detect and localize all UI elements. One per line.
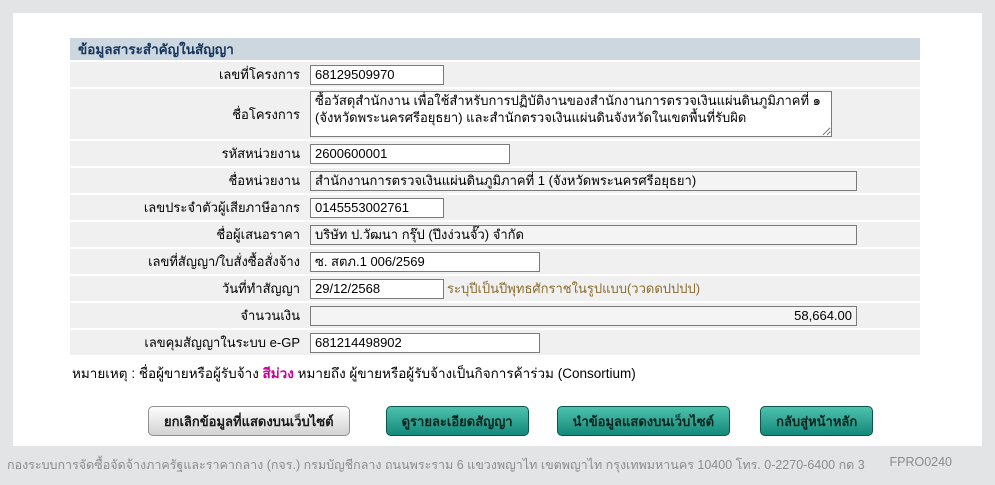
form-row-taxpayer-id: เลขประจำตัวผู้เสียภาษีอากร [70,195,920,220]
form-row-project-number: เลขที่โครงการ [70,62,920,87]
project-name-textarea[interactable]: ซื้อวัสดุสำนักงาน เพื่อใช้สำหรับการปฏิบั… [310,91,832,137]
footer-address: กองระบบการจัดซื้อจัดจ้างภาครัฐและราคากลา… [7,455,865,475]
contract-date-input[interactable] [310,279,444,299]
footer: กองระบบการจัดซื้อจัดจ้างภาครัฐและราคากลา… [0,446,995,485]
form-row-agency-code: รหัสหน่วยงาน [70,141,920,166]
egp-control-number-label: เลขคุมสัญญาในระบบ e-GP [70,332,310,353]
form-row-project-name: ชื่อโครงการ ซื้อวัสดุสำนักงาน เพื่อใช้สำ… [70,89,920,139]
taxpayer-id-label: เลขประจำตัวผู้เสียภาษีอากร [70,197,310,218]
bidder-name-input[interactable] [310,225,857,245]
section-title: ข้อมูลสาระสำคัญในสัญญา [70,38,920,60]
publish-to-website-button[interactable]: นำข้อมูลแสดงบนเว็บไซต์ [557,406,730,436]
content-panel: ข้อมูลสาระสำคัญในสัญญา เลขที่โครงการ ชื่… [13,13,982,446]
agency-name-input[interactable] [310,171,857,191]
contract-date-label: วันที่ทำสัญญา [70,278,310,299]
project-number-label: เลขที่โครงการ [70,64,310,85]
consortium-note: หมายเหตุ : ชื่อผู้ขายหรือผู้รับจ้าง สีม่… [70,362,920,384]
contract-summary-form: ข้อมูลสาระสำคัญในสัญญา เลขที่โครงการ ชื่… [70,38,920,436]
footer-form-code: FPRO0240 [889,455,952,469]
agency-code-label: รหัสหน่วยงาน [70,143,310,164]
project-name-label: ชื่อโครงการ [70,104,310,125]
buddhist-year-format-hint: ระบุปีเป็นปีพุทธศักราชในรูปแบบ(ววดดปปปป) [447,278,700,299]
consortium-note-suffix: หมายถึง ผู้ขายหรือผู้รับจ้างเป็นกิจการค้… [294,366,636,381]
project-number-input[interactable] [310,65,444,85]
form-row-contract-number: เลขที่สัญญา/ใบสั่งซื้อสั่งจ้าง [70,249,920,274]
consortium-note-prefix: หมายเหตุ : ชื่อผู้ขายหรือผู้รับจ้าง [72,366,263,381]
agency-code-input[interactable] [310,144,510,164]
amount-input[interactable] [310,306,857,326]
form-row-egp-control-number: เลขคุมสัญญาในระบบ e-GP [70,330,920,355]
egp-control-number-input[interactable] [310,333,540,353]
bidder-name-label: ชื่อผู้เสนอราคา [70,224,310,245]
back-to-home-button[interactable]: กลับสู่หน้าหลัก [760,406,873,436]
taxpayer-id-input[interactable] [310,198,444,218]
contract-number-label: เลขที่สัญญา/ใบสั่งซื้อสั่งจ้าง [70,251,310,272]
contract-number-input[interactable] [310,252,540,272]
form-row-agency-name: ชื่อหน่วยงาน [70,168,920,193]
view-contract-detail-button[interactable]: ดูรายละเอียดสัญญา [386,406,529,436]
action-button-row: ยกเลิกข้อมูลที่แสดงบนเว็บไซต์ ดูรายละเอี… [70,406,920,436]
amount-label: จำนวนเงิน [70,305,310,326]
consortium-note-purple-word: สีม่วง [263,366,294,381]
form-row-bidder-name: ชื่อผู้เสนอราคา [70,222,920,247]
cancel-publish-button[interactable]: ยกเลิกข้อมูลที่แสดงบนเว็บไซต์ [148,406,350,436]
form-row-amount: จำนวนเงิน [70,303,920,328]
form-row-contract-date: วันที่ทำสัญญา ระบุปีเป็นปีพุทธศักราชในรู… [70,276,920,301]
agency-name-label: ชื่อหน่วยงาน [70,170,310,191]
